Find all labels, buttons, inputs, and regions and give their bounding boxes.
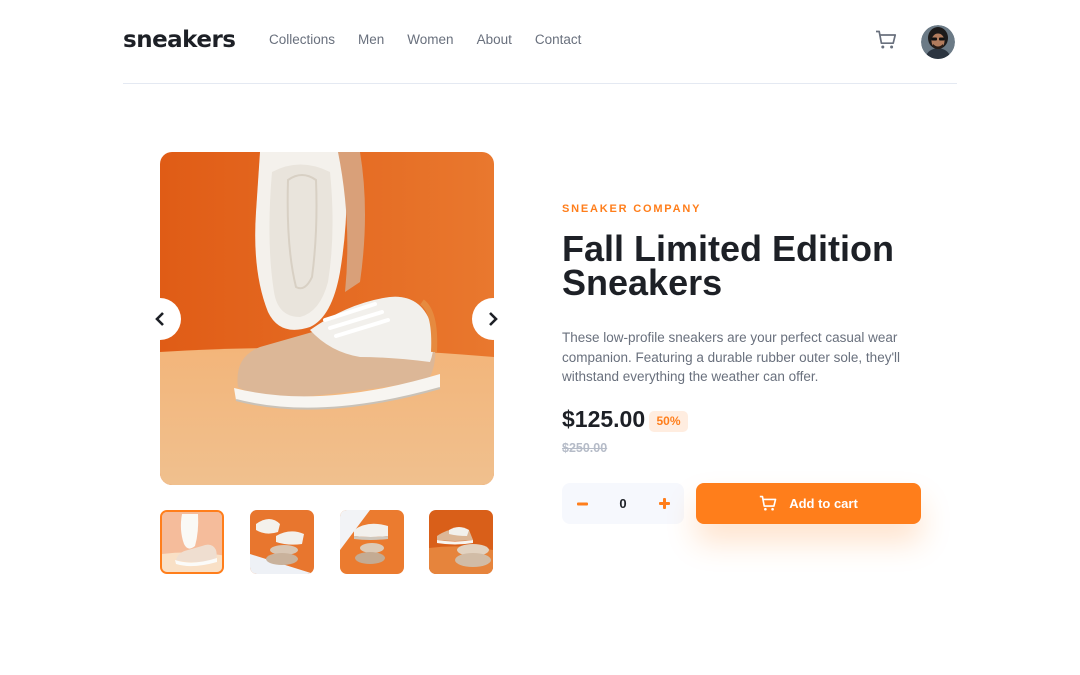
nav-about[interactable]: About [477, 32, 512, 47]
cart-icon [760, 495, 777, 511]
add-to-cart-label: Add to cart [789, 496, 858, 511]
thumbnail-1-image [162, 512, 222, 572]
nav-men[interactable]: Men [358, 32, 384, 47]
add-to-cart-button[interactable]: Add to cart [696, 483, 921, 524]
quantity-increase-button[interactable] [644, 483, 684, 524]
thumbnail-2[interactable] [250, 510, 314, 574]
cart-icon [876, 30, 897, 49]
quantity-value[interactable]: 0 [602, 483, 644, 524]
main-nav: Collections Men Women About Contact [269, 32, 604, 47]
minus-icon [576, 502, 588, 505]
company-name: SNEAKER COMPANY [562, 203, 702, 215]
thumbnail-strip [160, 510, 494, 574]
product-description: These low-profile sneakers are your perf… [562, 330, 901, 384]
nav-women[interactable]: Women [407, 32, 453, 47]
thumbnail-3[interactable] [340, 510, 404, 574]
thumbnail-3-image [340, 510, 404, 574]
sneaker-photo [160, 152, 494, 485]
previous-image-button[interactable] [139, 298, 181, 340]
user-avatar[interactable] [919, 23, 957, 61]
quantity-stepper: 0 [562, 483, 684, 524]
nav-contact[interactable]: Contact [535, 32, 582, 47]
brand-logo[interactable]: sneakers [123, 27, 236, 53]
quantity-decrease-button[interactable] [562, 483, 602, 524]
plus-icon [658, 498, 670, 509]
next-image-button[interactable] [472, 298, 514, 340]
product-title: Fall Limited Edition Sneakers [562, 228, 894, 303]
discount-badge: 50% [649, 411, 688, 432]
site-header: sneakers Collections Men Women About Con… [123, 0, 957, 84]
product-main-image[interactable] [160, 152, 494, 485]
thumbnail-1[interactable] [160, 510, 224, 574]
chevron-left-icon [155, 312, 164, 326]
thumbnail-4-image [429, 510, 493, 574]
avatar-image [921, 25, 955, 59]
current-price: $125.00 [562, 406, 646, 432]
chevron-right-icon [489, 312, 498, 326]
thumbnail-4[interactable] [429, 510, 493, 574]
original-price: $250.00 [562, 441, 608, 455]
header-cart-button[interactable] [875, 30, 897, 52]
thumbnail-2-image [250, 510, 314, 574]
nav-collections[interactable]: Collections [269, 32, 335, 47]
